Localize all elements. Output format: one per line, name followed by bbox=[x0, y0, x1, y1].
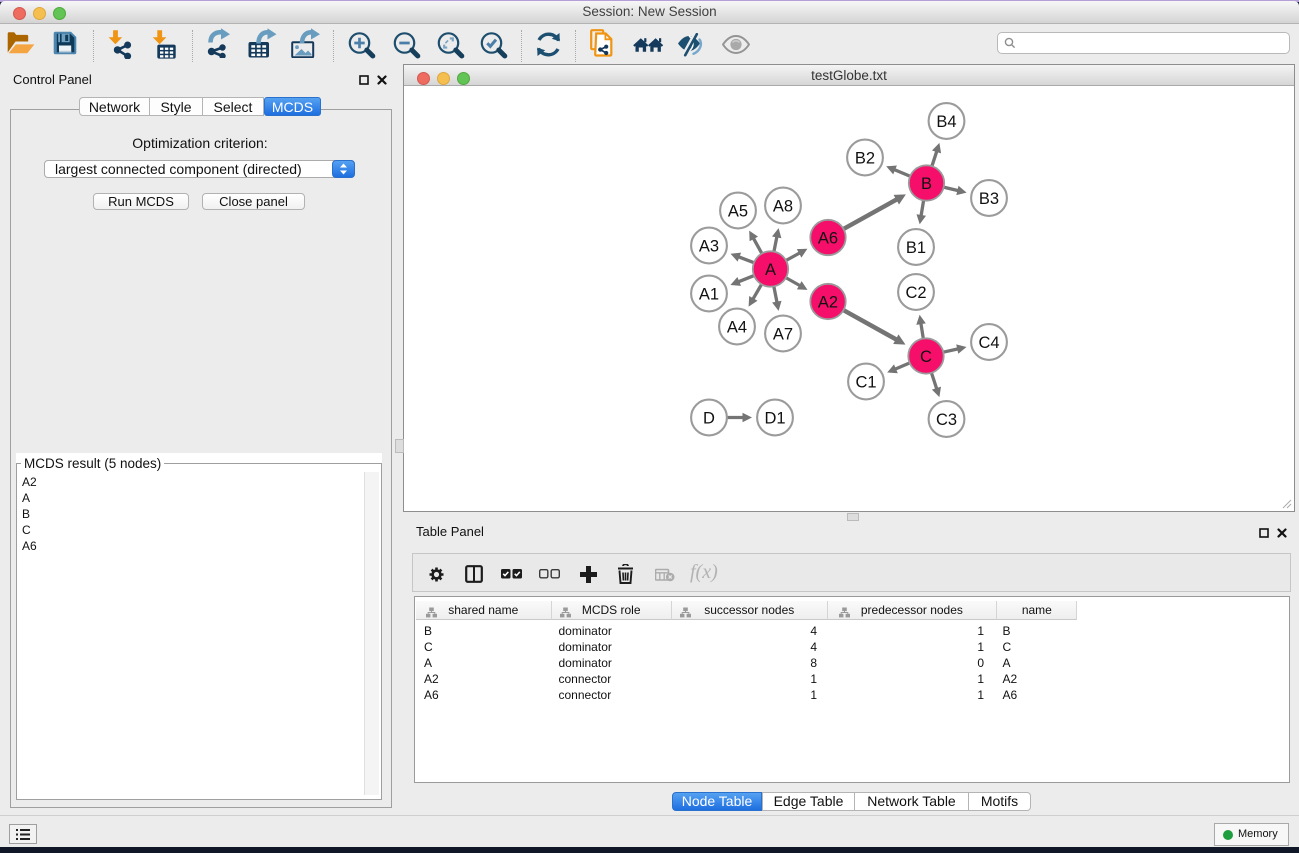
svg-text:C: C bbox=[920, 348, 932, 366]
svg-text:C4: C4 bbox=[978, 334, 999, 352]
svg-text:B2: B2 bbox=[855, 150, 875, 168]
svg-text:A4: A4 bbox=[727, 319, 747, 337]
svg-text:A: A bbox=[765, 261, 776, 279]
svg-text:C2: C2 bbox=[905, 284, 926, 302]
svg-text:A3: A3 bbox=[699, 238, 719, 256]
svg-text:B3: B3 bbox=[979, 190, 999, 208]
svg-text:A1: A1 bbox=[699, 286, 719, 304]
svg-text:A7: A7 bbox=[773, 326, 793, 344]
svg-text:A6: A6 bbox=[818, 230, 838, 248]
svg-text:D: D bbox=[703, 410, 715, 428]
svg-text:C1: C1 bbox=[855, 374, 876, 392]
svg-text:A2: A2 bbox=[818, 294, 838, 312]
svg-text:B: B bbox=[921, 175, 932, 193]
svg-text:B1: B1 bbox=[906, 239, 926, 257]
svg-text:D1: D1 bbox=[764, 410, 785, 428]
svg-text:B4: B4 bbox=[936, 113, 956, 131]
svg-text:A5: A5 bbox=[728, 203, 748, 221]
svg-text:A8: A8 bbox=[773, 198, 793, 216]
svg-text:C3: C3 bbox=[936, 411, 957, 429]
